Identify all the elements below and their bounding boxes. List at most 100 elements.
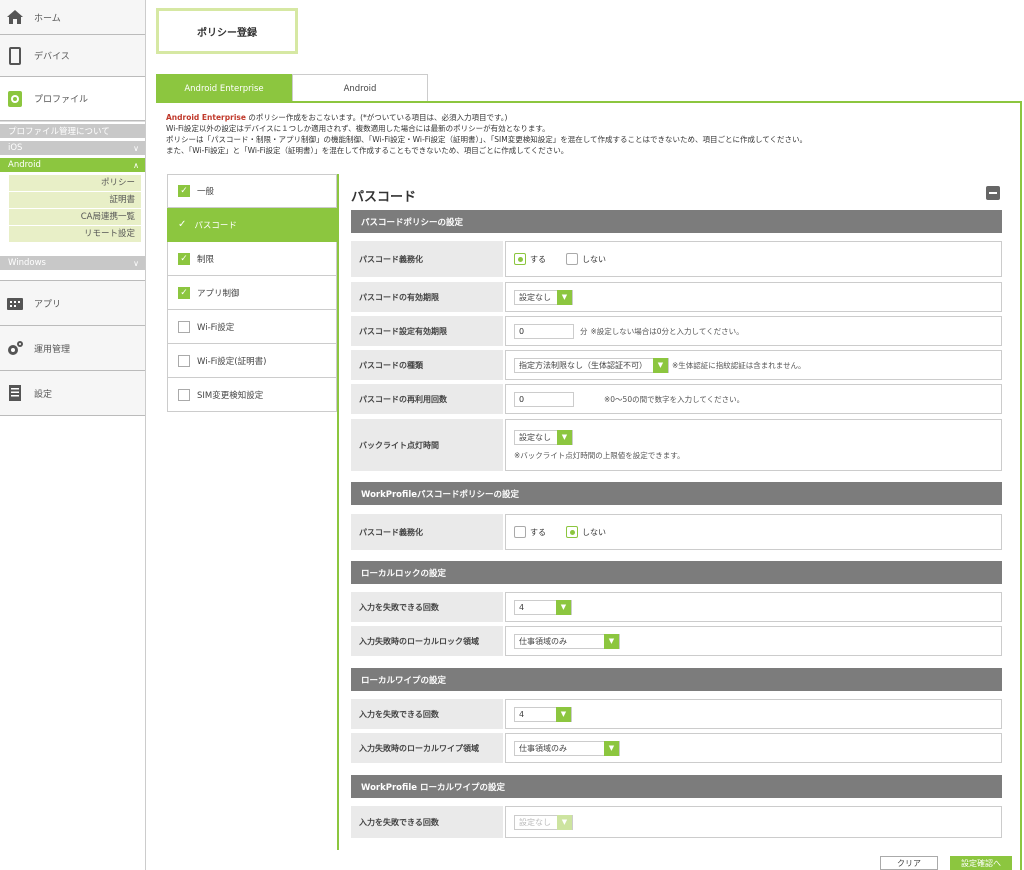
android-submenu: ポリシー 証明書 CA局連携一覧 リモート設定 — [9, 175, 141, 243]
radio-no-label: しない — [582, 254, 606, 264]
menu-label: Wi-Fi設定(証明書) — [197, 356, 267, 367]
menu-item-app-control[interactable]: ✓ アプリ制御 — [167, 276, 337, 310]
backlight-select[interactable]: 設定なし ▼ — [514, 429, 573, 445]
checkbox-icon[interactable] — [178, 388, 190, 401]
row-label: パスコードの種類 — [351, 350, 503, 380]
row-label: パスコード設定有効期限 — [351, 316, 503, 346]
collapse-button[interactable] — [986, 186, 1000, 200]
row-value: 4 ▼ — [505, 699, 1002, 729]
select-value: 設定なし — [519, 292, 551, 302]
checkbox-checked-icon[interactable]: ✓ — [178, 252, 190, 265]
row-backlight: バックライト点灯時間 設定なし ▼ ※バックライト点灯時間の上限値を設定できます。 — [351, 419, 1002, 471]
page-title: ポリシー登録 — [156, 8, 298, 54]
reuse-input[interactable]: 0 — [514, 391, 574, 407]
sidebar-windows[interactable]: Windows ∨ — [0, 256, 145, 270]
row-label: 入力を失敗できる回数 — [351, 699, 503, 729]
section-local-lock: ローカルロックの設定 — [351, 561, 1002, 584]
sidebar-item-certificate[interactable]: 証明書 — [9, 192, 141, 209]
chevron-down-icon: ▼ — [653, 357, 668, 373]
passcode-type-select[interactable]: 指定方法制限なし（生体認証不可） ▼ — [514, 357, 669, 373]
nav-operations[interactable]: 運用管理 — [0, 326, 145, 371]
select-value: 4 — [519, 602, 525, 612]
chevron-up-icon: ∧ — [133, 160, 139, 170]
row-label: パスコードの再利用回数 — [351, 384, 503, 414]
intro-line4: また、「Wi-Fi設定」と「Wi-Fi設定（証明書）」を混在して作成することもで… — [166, 146, 569, 155]
nav-apps[interactable]: アプリ — [0, 281, 145, 326]
menu-item-wifi-cert[interactable]: Wi-Fi設定(証明書) — [167, 344, 337, 378]
section-passcode-policy: パスコードポリシーの設定 — [351, 210, 1002, 233]
sidebar-item-remote[interactable]: リモート設定 — [9, 226, 141, 243]
panel-title: パスコード — [351, 190, 417, 205]
row-value: する しない — [505, 241, 1002, 277]
ios-label: iOS — [8, 143, 23, 153]
chevron-down-icon: ▼ — [604, 633, 619, 649]
menu-item-restrictions[interactable]: ✓ 制限 — [167, 242, 337, 276]
chevron-down-icon: ▼ — [557, 429, 572, 445]
minutes-note: ※設定しない場合は0分と入力してください。 — [590, 326, 744, 336]
confirm-settings-button[interactable]: 設定確認へ — [950, 856, 1012, 870]
menu-item-sim-detect[interactable]: SIM変更検知設定 — [167, 378, 337, 412]
work-wipe-fail-select[interactable]: 設定なし ▼ — [514, 814, 573, 830]
radio-yes[interactable] — [514, 526, 526, 538]
sidebar-profile-about[interactable]: プロファイル管理について — [0, 124, 145, 138]
expiry-minutes-input[interactable]: 0 — [514, 323, 574, 339]
row-label: 入力を失敗できる回数 — [351, 806, 503, 838]
chevron-down-icon: ▼ — [556, 599, 571, 615]
row-value: 仕事領域のみ ▼ — [505, 626, 1002, 656]
menu-item-wifi[interactable]: Wi-Fi設定 — [167, 310, 337, 344]
wipe-area-select[interactable]: 仕事領域のみ ▼ — [514, 740, 620, 756]
expiry-select[interactable]: 設定なし ▼ — [514, 289, 573, 305]
menu-label: SIM変更検知設定 — [197, 390, 264, 401]
row-label: 入力失敗時のローカルワイプ領域 — [351, 733, 503, 763]
row-work-wipe-fail-count: 入力を失敗できる回数 設定なし ▼ — [351, 806, 1002, 838]
tab-android[interactable]: Android — [292, 74, 428, 102]
nav-apps-label: アプリ — [34, 299, 62, 310]
intro-text: Android Enterprise のポリシー作成をおこないます。(*がついて… — [166, 112, 807, 156]
row-value: する しない — [505, 514, 1002, 550]
radio-yes-label: する — [530, 527, 546, 537]
sidebar-item-policy[interactable]: ポリシー — [9, 175, 141, 192]
chevron-down-icon: ▼ — [604, 740, 619, 756]
gear-icon — [6, 339, 24, 357]
nav-profiles[interactable]: プロファイル — [0, 77, 145, 121]
checkbox-checked-icon[interactable]: ✓ — [178, 185, 190, 197]
clear-button[interactable]: クリア — [880, 856, 938, 870]
radio-yes-label: する — [530, 254, 546, 264]
content-border — [1020, 101, 1022, 870]
nav-profiles-label: プロファイル — [34, 95, 89, 105]
android-label: Android — [8, 160, 41, 170]
checkbox-checked-icon[interactable]: ✓ — [178, 286, 190, 299]
policy-category-menu: ✓ 一般 ✓ パスコード ✓ 制限 ✓ アプリ制御 Wi-Fi設定 Wi-Fi設定(証明… — [167, 174, 337, 412]
select-value: 設定なし — [519, 432, 551, 442]
sidebar-android[interactable]: Android ∧ — [0, 158, 145, 172]
sidebar: ホーム デバイス プロファイル プロファイル管理について iOS ∨ Androi… — [0, 0, 146, 870]
radio-no[interactable] — [566, 253, 578, 265]
radio-yes[interactable] — [514, 253, 526, 265]
chevron-down-icon: ▼ — [557, 814, 572, 830]
intro-line2: Wi-Fi設定以外の設定はデバイスに１つしか適用されず、複数適用した場合には最新… — [166, 124, 550, 133]
nav-devices[interactable]: デバイス — [0, 35, 145, 77]
nav-devices-label: デバイス — [34, 52, 70, 62]
checkbox-icon[interactable] — [178, 354, 190, 367]
menu-label: アプリ制御 — [197, 288, 240, 299]
minus-icon — [989, 192, 997, 194]
windows-label: Windows — [8, 258, 46, 268]
row-label: パスコード義務化 — [351, 514, 503, 550]
radio-no[interactable] — [566, 526, 578, 538]
row-wipe-area: 入力失敗時のローカルワイプ領域 仕事領域のみ ▼ — [351, 733, 1002, 763]
tab-android-enterprise[interactable]: Android Enterprise — [156, 74, 292, 102]
nav-home[interactable]: ホーム — [0, 0, 145, 35]
select-value: 4 — [519, 709, 525, 719]
lock-fail-select[interactable]: 4 ▼ — [514, 599, 572, 615]
menu-item-passcode[interactable]: ✓ パスコード — [167, 208, 337, 242]
sidebar-item-ca[interactable]: CA局連携一覧 — [9, 209, 141, 226]
passcode-panel: パスコード パスコードポリシーの設定 パスコード義務化 する しない パスコード… — [337, 174, 1020, 850]
sidebar-ios[interactable]: iOS ∨ — [0, 141, 145, 155]
nav-settings[interactable]: 設定 — [0, 371, 145, 416]
wipe-fail-select[interactable]: 4 ▼ — [514, 706, 572, 722]
row-expiry: パスコードの有効期限 設定なし ▼ — [351, 282, 1002, 312]
checkbox-icon[interactable] — [178, 320, 190, 333]
row-value: 設定なし ▼ — [505, 282, 1002, 312]
menu-item-general[interactable]: ✓ 一般 — [167, 174, 337, 208]
lock-area-select[interactable]: 仕事領域のみ ▼ — [514, 633, 620, 649]
